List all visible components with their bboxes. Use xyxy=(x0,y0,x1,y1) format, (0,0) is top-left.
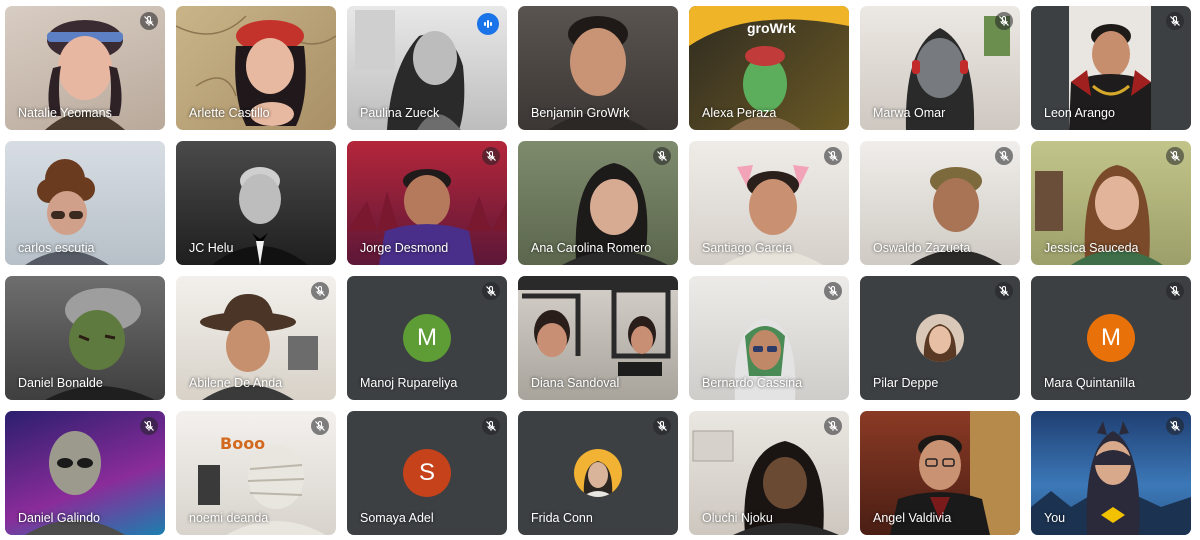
participant-tile[interactable]: groWrk Alexa Peraza xyxy=(689,6,849,130)
participant-name: Jorge Desmond xyxy=(360,241,449,255)
participant-name: Manoj Rupareliya xyxy=(360,376,458,390)
participant-tile[interactable]: Booo noemi deanda xyxy=(176,411,336,535)
participant-name: carlos escutia xyxy=(18,241,95,255)
mic-off-icon xyxy=(1166,282,1184,300)
participant-tile[interactable]: Benjamin GroWrk xyxy=(518,6,678,130)
participant-tile[interactable]: JC Helu xyxy=(176,141,336,265)
avatar: M xyxy=(403,314,451,362)
audio-level-icon xyxy=(477,13,499,35)
participant-tile[interactable]: S Somaya Adel xyxy=(347,411,507,535)
participant-name: Santiago García xyxy=(702,241,793,255)
participant-tile[interactable]: Leon Arango xyxy=(1031,6,1191,130)
participant-tile-self[interactable]: You xyxy=(1031,411,1191,535)
participant-name: noemi deanda xyxy=(189,511,269,525)
mic-off-icon xyxy=(1166,417,1184,435)
participant-tile[interactable]: Oswaldo Zazueta xyxy=(860,141,1020,265)
participant-tile[interactable]: carlos escutia xyxy=(5,141,165,265)
participant-tile[interactable]: Angel Valdivia xyxy=(860,411,1020,535)
participant-name: Somaya Adel xyxy=(360,511,434,525)
mic-off-icon xyxy=(995,147,1013,165)
mic-off-icon xyxy=(140,12,158,30)
participant-name: Mara Quintanilla xyxy=(1044,376,1136,390)
participant-tile[interactable]: Natalie Yeomans xyxy=(5,6,165,130)
participant-name: Oluchi Njoku xyxy=(702,511,773,525)
participant-tile[interactable]: Daniel Galindo xyxy=(5,411,165,535)
mic-off-icon xyxy=(140,417,158,435)
participant-name: Paulina Zueck xyxy=(360,106,440,120)
participant-name: Arlette Castillo xyxy=(189,106,270,120)
mic-off-icon xyxy=(311,417,329,435)
avatar xyxy=(574,449,622,497)
participant-name: Abilene De Anda xyxy=(189,376,283,390)
mic-off-icon xyxy=(653,417,671,435)
participant-name: Marwa Omar xyxy=(873,106,946,120)
svg-text:Booo: Booo xyxy=(220,434,265,453)
participant-tile[interactable]: M Manoj Rupareliya xyxy=(347,276,507,400)
participant-name: Frida Conn xyxy=(531,511,593,525)
participant-name: You xyxy=(1044,511,1066,525)
participant-tile[interactable]: Santiago García xyxy=(689,141,849,265)
participant-tile[interactable]: Jessica Sauceda xyxy=(1031,141,1191,265)
avatar: M xyxy=(1087,314,1135,362)
participant-tile[interactable]: Diana Sandoval xyxy=(518,276,678,400)
participant-name: Daniel Galindo xyxy=(18,511,100,525)
participant-name: Benjamin GroWrk xyxy=(531,106,630,120)
mic-off-icon xyxy=(995,12,1013,30)
participant-tile[interactable]: Ana Carolina Romero xyxy=(518,141,678,265)
participant-tile[interactable]: Abilene De Anda xyxy=(176,276,336,400)
participant-grid: Natalie Yeomans Arlette Castillo Paulina… xyxy=(0,0,1200,540)
participant-tile[interactable]: Marwa Omar xyxy=(860,6,1020,130)
participant-tile[interactable]: Bernardo Cassina xyxy=(689,276,849,400)
participant-tile[interactable]: Jorge Desmond xyxy=(347,141,507,265)
participant-tile[interactable]: Oluchi Njoku xyxy=(689,411,849,535)
participant-name: Bernardo Cassina xyxy=(702,376,803,390)
participant-name: Angel Valdivia xyxy=(873,511,952,525)
avatar: S xyxy=(403,449,451,497)
mic-off-icon xyxy=(482,417,500,435)
participant-name: Oswaldo Zazueta xyxy=(873,241,971,255)
participant-name: Natalie Yeomans xyxy=(18,106,112,120)
participant-name: Leon Arango xyxy=(1044,106,1115,120)
mic-off-icon xyxy=(482,147,500,165)
participant-tile[interactable]: Daniel Bonalde xyxy=(5,276,165,400)
mic-off-icon xyxy=(1166,12,1184,30)
mic-off-icon xyxy=(824,282,842,300)
avatar xyxy=(916,314,964,362)
mic-off-icon xyxy=(824,147,842,165)
participant-tile[interactable]: Arlette Castillo xyxy=(176,6,336,130)
mic-off-icon xyxy=(311,282,329,300)
participant-tile[interactable]: Frida Conn xyxy=(518,411,678,535)
participant-tile[interactable]: Pilar Deppe xyxy=(860,276,1020,400)
participant-tile[interactable]: M Mara Quintanilla xyxy=(1031,276,1191,400)
participant-name: Jessica Sauceda xyxy=(1044,241,1139,255)
participant-name: Ana Carolina Romero xyxy=(531,241,652,255)
mic-off-icon xyxy=(653,147,671,165)
participant-name: Diana Sandoval xyxy=(531,376,620,390)
mic-off-icon xyxy=(1166,147,1184,165)
mic-off-icon xyxy=(995,282,1013,300)
mic-off-icon xyxy=(482,282,500,300)
participant-name: JC Helu xyxy=(189,241,234,255)
participant-name: Alexa Peraza xyxy=(702,106,777,120)
brand-logo: groWrk xyxy=(747,20,796,36)
mic-off-icon xyxy=(824,417,842,435)
participant-tile-active-speaker[interactable]: Paulina Zueck xyxy=(347,6,507,130)
participant-name: Daniel Bonalde xyxy=(18,376,103,390)
participant-name: Pilar Deppe xyxy=(873,376,939,390)
